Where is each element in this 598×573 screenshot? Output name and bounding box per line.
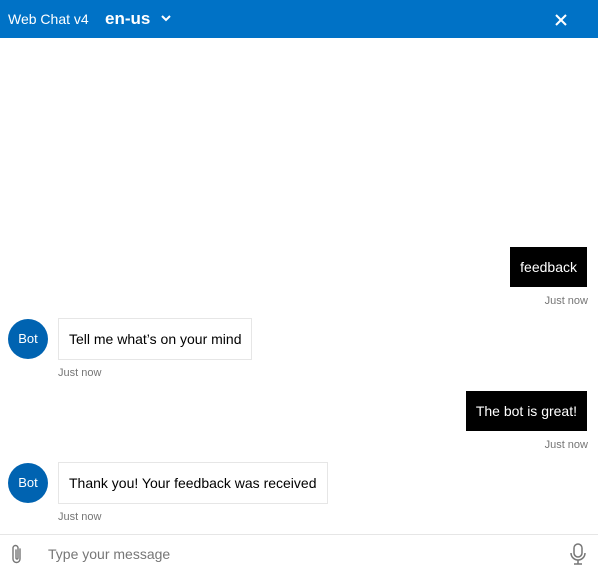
chat-transcript[interactable]: feedback Just now Bot Tell me what’s on … <box>0 38 598 534</box>
header-title: Web Chat v4 <box>8 11 89 27</box>
bot-avatar: Bot <box>8 463 48 503</box>
message-text: Thank you! Your feedback was received <box>69 475 317 491</box>
microphone-icon[interactable] <box>569 542 587 566</box>
close-icon[interactable] <box>553 12 569 28</box>
message-timestamp: Just now <box>544 439 588 451</box>
paperclip-icon[interactable] <box>9 543 25 565</box>
message-text: The bot is great! <box>475 403 577 419</box>
send-box <box>0 534 598 573</box>
bot-message: Thank you! Your feedback was received <box>58 462 328 504</box>
message-text: Tell me what’s on your mind <box>69 331 242 347</box>
locale-selector[interactable]: en-us <box>105 9 150 29</box>
message-text: feedback <box>520 259 577 275</box>
message-input[interactable] <box>40 539 566 569</box>
header-bar: Web Chat v4 en-us <box>0 0 598 38</box>
message-timestamp: Just now <box>544 295 588 307</box>
user-message: feedback <box>510 247 587 287</box>
bot-avatar: Bot <box>8 319 48 359</box>
message-timestamp: Just now <box>58 367 102 379</box>
user-message: The bot is great! <box>465 391 587 431</box>
chevron-down-icon[interactable] <box>160 13 172 23</box>
webchat-app: Web Chat v4 en-us feedback Just now Bot … <box>0 0 598 573</box>
bot-message: Tell me what’s on your mind <box>58 318 253 360</box>
message-timestamp: Just now <box>58 511 102 523</box>
